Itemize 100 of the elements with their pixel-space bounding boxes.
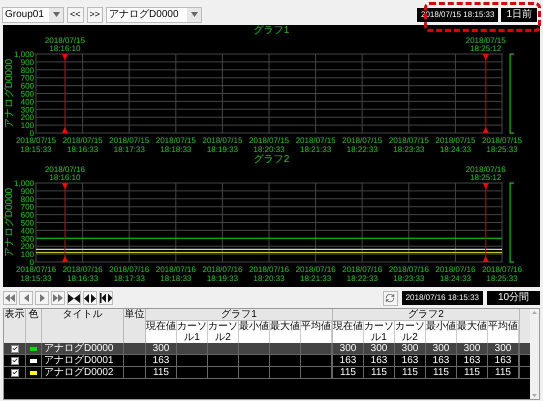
column-header: 最小値 xyxy=(239,321,270,343)
y-tick-label: 400 xyxy=(20,97,34,106)
scroll-up-icon xyxy=(532,311,537,314)
y-tick-label: 400 xyxy=(20,226,34,236)
y-tick-label: 500 xyxy=(20,218,34,228)
y-tick-label: 1,000 xyxy=(14,50,34,59)
y-tick-label: 600 xyxy=(20,82,34,91)
nav-button[interactable] xyxy=(67,291,81,305)
left-triangle-icon xyxy=(24,294,28,302)
x-tick-label: 2018/07/15 18:15:33 xyxy=(16,136,56,154)
nav-button[interactable] xyxy=(83,291,97,305)
table-cell: 300 xyxy=(432,343,450,354)
start-time-display: 2018/07/15 18:15:33 xyxy=(417,8,498,22)
cursor-label: 2018/07/16 18:16:10 xyxy=(44,165,85,182)
x-tick-label: 2018/07/15 18:21:33 xyxy=(296,136,336,154)
column-header: カーソル2 xyxy=(395,321,426,343)
x-tick-label: 2018/07/16 18:21:33 xyxy=(296,265,336,283)
column-header: 最小値 xyxy=(426,321,457,343)
next-button[interactable]: >> xyxy=(86,6,104,22)
table-cell: 163 xyxy=(494,355,512,366)
table-row[interactable]: アナログD0000 300 300 300 300 300 300 300 xyxy=(4,343,530,355)
y-tick-label: 100 xyxy=(20,121,34,130)
cursor-line[interactable] xyxy=(482,182,489,262)
cursor-label: 2018/07/16 18:25:12 xyxy=(466,165,506,182)
checkbox[interactable] xyxy=(10,368,18,376)
outward-triangles-icon xyxy=(84,294,96,302)
x-tick-label: 2018/07/15 18:23:33 xyxy=(388,136,429,154)
time-display: 2018/07/16 18:15:33 xyxy=(402,291,483,305)
span-button[interactable]: 10分間 xyxy=(487,291,540,305)
dropdown-arrow-icon xyxy=(52,12,60,17)
dropdown[interactable]: Group01 xyxy=(2,6,64,22)
x-tick-label: 2018/07/16 18:20:33 xyxy=(248,265,290,283)
y-tick-label: 200 xyxy=(20,113,34,122)
y-tick-label: 900 xyxy=(20,58,34,67)
chart-title: グラフ1 xyxy=(254,25,290,36)
table-cell: 115 xyxy=(371,367,387,378)
table-cell: 115 xyxy=(340,367,356,378)
table-cell: アナログD0002 xyxy=(44,367,114,378)
dropdown[interactable]: アナログD0000 xyxy=(106,6,202,22)
y-tick-label: 800 xyxy=(20,66,34,75)
day-back-button[interactable]: 1日前 xyxy=(501,8,537,22)
table-row[interactable]: アナログD0002 115 115 115 115 115 115 115 xyxy=(4,367,530,379)
inward-triangles-icon xyxy=(68,294,80,302)
x-tick-label: 2018/07/15 18:18:33 xyxy=(156,136,196,154)
table-cell: 115 xyxy=(464,367,480,378)
nav-button[interactable] xyxy=(99,291,113,305)
double-right-triangle-icon xyxy=(53,294,63,302)
checkbox[interactable] xyxy=(10,356,18,364)
y-tick-label: 200 xyxy=(20,242,34,252)
table-cell: 300 xyxy=(464,343,480,354)
table-cell: アナログD0000 xyxy=(44,343,114,354)
table-cell: 163 xyxy=(152,355,170,366)
table-cell: 163 xyxy=(432,355,450,366)
table-cell: 163 xyxy=(402,355,418,366)
chart-title: グラフ2 xyxy=(254,154,290,165)
column-header: 平均値 xyxy=(488,321,519,343)
scrollbar[interactable] xyxy=(530,309,539,399)
x-tick-label: 2018/07/15 18:16:33 xyxy=(62,136,103,154)
table-cell: 300 xyxy=(152,343,170,354)
x-tick-label: 2018/07/15 18:22:33 xyxy=(342,136,382,154)
x-tick-label: 2018/07/16 18:16:33 xyxy=(62,265,103,283)
column-header: 最大値 xyxy=(270,321,301,343)
x-tick-label: 2018/07/16 18:17:33 xyxy=(109,265,150,283)
dropdown-arrow-icon xyxy=(190,12,198,17)
column-header: カーソル1 xyxy=(364,321,395,343)
table-cell: 300 xyxy=(370,343,388,354)
y-tick-label: 900 xyxy=(20,186,34,196)
y-tick-label: 0 xyxy=(30,258,34,267)
right-triangle-icon xyxy=(40,294,44,302)
table-cell: 163 xyxy=(370,355,388,366)
y-tick-label: 800 xyxy=(20,194,34,204)
table-cell: 163 xyxy=(464,355,480,366)
table-row[interactable]: アナログD0001 163 163 163 163 163 163 163 xyxy=(4,355,530,367)
column-header: 最大値 xyxy=(457,321,488,343)
y-tick-label: 600 xyxy=(20,210,34,220)
column-header: カーソル1 xyxy=(177,321,208,343)
table-cell: 300 xyxy=(340,343,356,354)
column-header: カーソル2 xyxy=(208,321,239,343)
y-tick-label: 0 xyxy=(30,129,34,138)
checkbox[interactable] xyxy=(10,344,18,352)
x-tick-label: 2018/07/16 18:22:33 xyxy=(342,265,382,283)
x-tick-label: 2018/07/15 18:17:33 xyxy=(109,136,150,154)
x-tick-label: 2018/07/16 18:25:33 xyxy=(482,265,522,283)
x-tick-label: 2018/07/15 18:25:33 xyxy=(482,136,522,154)
x-tick-label: 2018/07/16 18:24:33 xyxy=(435,265,476,283)
refresh-button[interactable] xyxy=(382,290,398,306)
cursor-label: 2018/07/15 18:16:10 xyxy=(44,36,85,53)
cursor-line[interactable] xyxy=(62,182,68,262)
table-cell: 115 xyxy=(402,367,418,378)
column-header: 平均値 xyxy=(301,321,332,343)
double-left-triangle-icon xyxy=(5,294,15,302)
x-tick-label: 2018/07/15 18:20:33 xyxy=(248,136,290,154)
table-cell: 115 xyxy=(433,367,449,378)
table-cell: 163 xyxy=(340,355,356,366)
y-tick-label: 1,000 xyxy=(14,179,34,188)
x-tick-label: 2018/07/16 18:19:33 xyxy=(202,265,242,283)
cursor-line[interactable] xyxy=(482,54,489,134)
previous-button[interactable]: << xyxy=(67,6,84,22)
cursor-line[interactable] xyxy=(62,54,68,134)
y-tick-label: 700 xyxy=(20,202,34,212)
